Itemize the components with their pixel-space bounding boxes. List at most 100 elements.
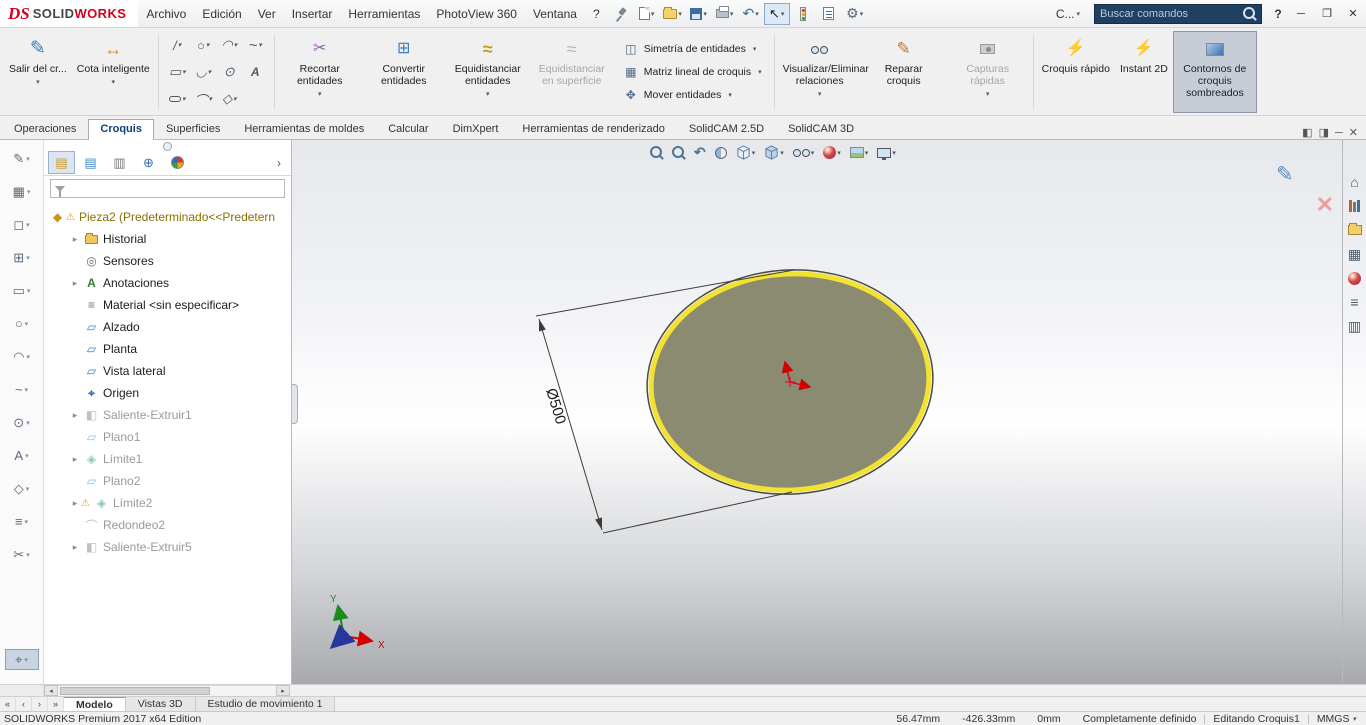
offset-entities-button[interactable]: Equidistanciar entidades — [446, 31, 530, 113]
tree-item-limite1[interactable]: Límite1 — [44, 448, 291, 470]
tab-estudio-movimiento[interactable]: Estudio de movimiento 1 — [195, 697, 336, 711]
tree-item-redondeo2[interactable]: Redondeo2 — [44, 514, 291, 536]
expand-icon[interactable] — [70, 542, 80, 553]
point-tool-button[interactable] — [217, 59, 242, 85]
next-tab-button[interactable] — [32, 697, 48, 711]
tab-herramientas-moldes[interactable]: Herramientas de moldes — [232, 119, 376, 139]
tangent-arc-tool-button[interactable] — [191, 59, 216, 85]
chevron-down-icon[interactable] — [865, 149, 869, 157]
left-toolbar-button[interactable] — [5, 313, 39, 334]
search-icon[interactable] — [1243, 7, 1256, 20]
document-minimize-icon[interactable] — [1335, 127, 1343, 139]
view-orientation-button[interactable] — [736, 145, 756, 160]
linear-sketch-pattern-button[interactable]: Matriz lineal de croquis — [618, 62, 767, 82]
chevron-down-icon[interactable] — [182, 95, 186, 103]
tab-calcular[interactable]: Calcular — [376, 119, 440, 139]
tab-operaciones[interactable]: Operaciones — [2, 119, 88, 139]
expand-icon[interactable] — [70, 454, 80, 465]
display-delete-relations-button[interactable]: Visualizar/Eliminar relaciones — [778, 31, 869, 113]
chevron-down-icon[interactable] — [206, 41, 210, 49]
file-explorer-icon[interactable] — [1344, 220, 1366, 240]
previous-view-button[interactable] — [694, 144, 706, 161]
menu-ventana[interactable]: Ventana — [525, 0, 585, 27]
tab-modelo[interactable]: Modelo — [64, 697, 126, 711]
chevron-down-icon[interactable] — [728, 91, 732, 99]
repair-sketch-button[interactable]: Reparar croquis — [862, 31, 946, 113]
tree-item-vista-lateral[interactable]: Vista lateral — [44, 360, 291, 382]
zoom-fit-button[interactable] — [650, 146, 663, 159]
previous-tab-button[interactable] — [16, 697, 32, 711]
document-close-icon[interactable] — [1349, 126, 1358, 139]
chevron-down-icon[interactable] — [209, 95, 213, 103]
smart-dimension-button[interactable]: Cota inteligente — [72, 31, 155, 113]
chevron-down-icon[interactable] — [811, 149, 815, 157]
left-toolbar-button[interactable] — [5, 445, 39, 466]
featuremanager-tab[interactable] — [48, 151, 75, 174]
chevron-down-icon[interactable] — [753, 45, 757, 53]
menu-photoview[interactable]: PhotoView 360 — [428, 0, 525, 27]
scroll-right-button[interactable] — [276, 685, 290, 696]
tab-solidcam-3d[interactable]: SolidCAM 3D — [776, 119, 866, 139]
left-toolbar-button[interactable] — [5, 247, 39, 268]
view-settings-button[interactable] — [877, 147, 896, 160]
community-menu[interactable]: C... — [1048, 0, 1088, 27]
pane-left-icon[interactable] — [1302, 126, 1312, 139]
expand-icon[interactable] — [70, 234, 80, 245]
hide-show-items-button[interactable] — [792, 148, 815, 157]
displaymanager-tab[interactable] — [164, 151, 191, 174]
left-toolbar-button[interactable] — [5, 214, 39, 235]
scroll-left-button[interactable] — [44, 685, 58, 696]
tab-vistas-3d[interactable]: Vistas 3D — [125, 697, 196, 711]
chevron-down-icon[interactable] — [752, 149, 756, 157]
tree-filter-input[interactable] — [69, 182, 280, 195]
chevron-down-icon[interactable] — [892, 149, 896, 157]
tree-item-plano2[interactable]: Plano2 — [44, 470, 291, 492]
print-button[interactable] — [712, 3, 738, 25]
convert-entities-button[interactable]: Convertir entidades — [362, 31, 446, 113]
arc-tool-button[interactable] — [217, 32, 242, 58]
menu-ayuda[interactable]: ? — [585, 0, 608, 27]
mirror-entities-button[interactable]: Simetría de entidades — [618, 39, 767, 59]
tree-item-material[interactable]: Material <sin especificar> — [44, 294, 291, 316]
scrollbar-thumb[interactable] — [60, 687, 210, 695]
open-button[interactable] — [660, 3, 686, 25]
chevron-down-icon[interactable] — [758, 68, 762, 76]
select-button[interactable] — [763, 2, 790, 25]
dimxpertmanager-tab[interactable] — [135, 151, 162, 174]
new-document-button[interactable] — [634, 3, 660, 25]
home-icon[interactable] — [1344, 172, 1366, 192]
first-tab-button[interactable] — [0, 697, 16, 711]
graphics-viewport[interactable]: Ø500 Y X — [292, 140, 1366, 684]
chevron-down-icon[interactable] — [780, 149, 784, 157]
left-toolbar-button[interactable] — [5, 148, 39, 169]
snapshots-button[interactable]: Capturas rápidas — [946, 31, 1030, 113]
cancel-sketch-icon[interactable] — [1316, 192, 1334, 218]
edit-appearance-button[interactable] — [823, 146, 841, 159]
tree-item-limite2[interactable]: Límite2 — [44, 492, 291, 514]
close-button[interactable] — [1340, 3, 1366, 25]
left-toolbar-button[interactable] — [5, 346, 39, 367]
tree-item-sensores[interactable]: Sensores — [44, 250, 291, 272]
left-toolbar-button[interactable] — [5, 412, 39, 433]
shaded-sketch-contours-button[interactable]: Contornos de croquis sombreados — [1172, 31, 1257, 113]
rapid-sketch-button[interactable]: Croquis rápido — [1037, 31, 1115, 113]
rebuild-button[interactable] — [790, 3, 816, 25]
text-tool-button[interactable] — [243, 59, 268, 85]
horizontal-scrollbar[interactable] — [58, 685, 276, 696]
exit-sketch-corner-icon[interactable] — [1276, 162, 1294, 187]
tree-root[interactable]: Pieza2 (Predeterminado<<Predetern — [44, 206, 291, 228]
fillet-tool-button[interactable] — [191, 86, 216, 112]
chevron-down-icon[interactable] — [837, 149, 841, 157]
left-toolbar-button[interactable] — [5, 181, 39, 202]
propertymanager-tab[interactable] — [77, 151, 104, 174]
menu-edicion[interactable]: Edición — [194, 0, 249, 27]
units-selector[interactable]: MMGS — [1317, 713, 1356, 725]
trim-entities-button[interactable]: Recortar entidades — [278, 31, 362, 113]
last-tab-button[interactable] — [48, 697, 64, 711]
tree-item-saliente-extruir1[interactable]: Saliente-Extruir1 — [44, 404, 291, 426]
zoom-area-button[interactable] — [672, 146, 685, 159]
minimize-button[interactable] — [1288, 3, 1314, 25]
expand-icon[interactable] — [70, 498, 80, 509]
options-button[interactable] — [842, 3, 868, 25]
panel-resize-handle[interactable] — [44, 140, 291, 150]
